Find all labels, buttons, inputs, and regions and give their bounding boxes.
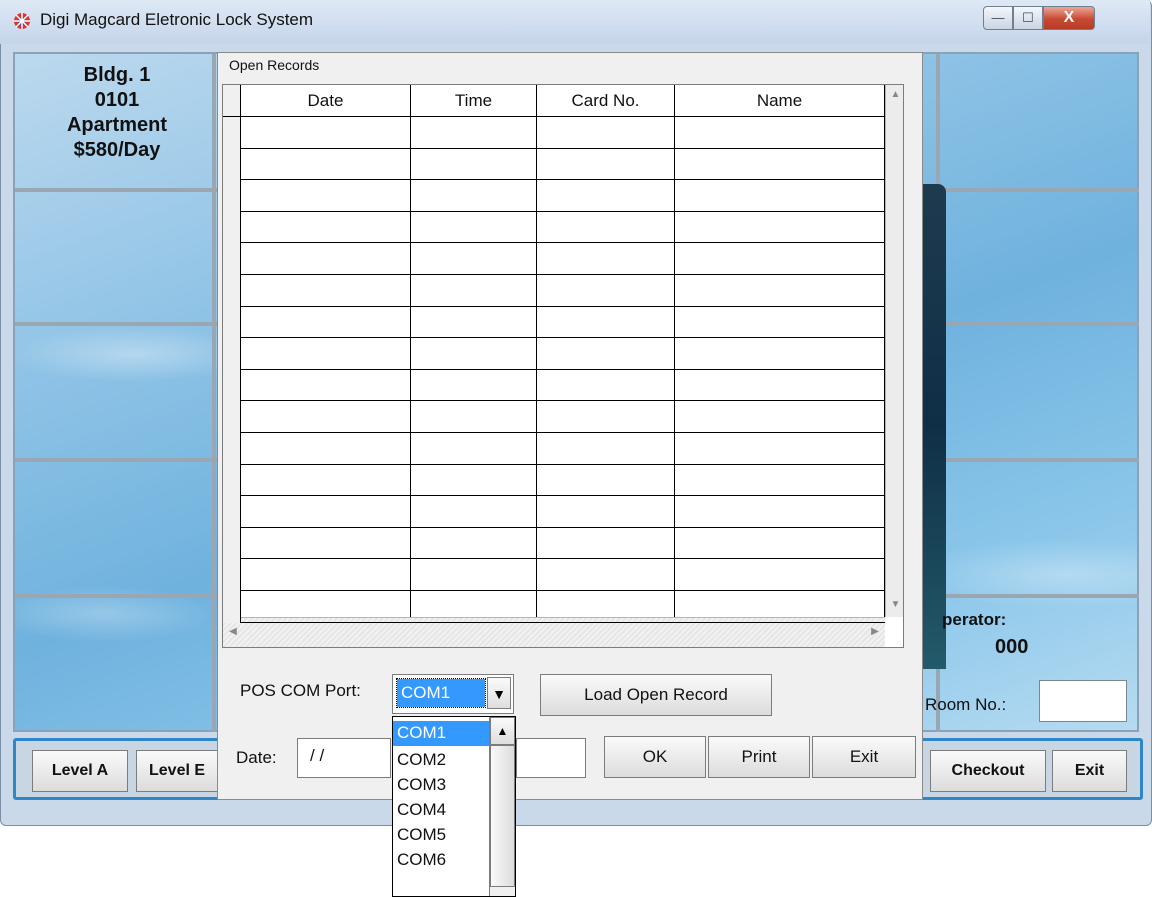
- vertical-scrollbar[interactable]: ▲ ▼: [885, 85, 903, 617]
- column-header-card-no[interactable]: Card No.: [537, 85, 675, 117]
- row-header[interactable]: [223, 148, 241, 181]
- dropdown-option[interactable]: COM5: [393, 823, 489, 848]
- table-row[interactable]: [223, 433, 885, 465]
- scroll-right-icon[interactable]: ▶: [869, 626, 881, 637]
- table-row[interactable]: [223, 338, 885, 370]
- column-header-date[interactable]: Date: [241, 85, 411, 117]
- row-header[interactable]: [223, 527, 241, 560]
- column-divider: [674, 117, 675, 617]
- level-a-button[interactable]: Level A: [32, 750, 128, 792]
- app-logo-icon: [12, 11, 32, 31]
- date-input-secondary[interactable]: [516, 738, 586, 778]
- row-header[interactable]: [223, 464, 241, 497]
- operator-value: 000: [995, 636, 1029, 658]
- table-row[interactable]: [223, 559, 885, 591]
- table-row[interactable]: [223, 306, 885, 339]
- dropdown-option[interactable]: COM2: [393, 748, 489, 773]
- exit-dialog-button[interactable]: Exit: [812, 736, 916, 778]
- load-open-record-button[interactable]: Load Open Record: [540, 674, 772, 716]
- table-row[interactable]: [223, 527, 885, 560]
- room-no-label: Room No.:: [925, 695, 1007, 714]
- close-button[interactable]: X: [1043, 6, 1095, 30]
- room-tile-0101[interactable]: Bldg. 1 0101 Apartment $580/Day: [22, 58, 212, 188]
- table-row[interactable]: [223, 211, 885, 244]
- minimize-button[interactable]: —: [983, 6, 1013, 30]
- row-header[interactable]: [223, 180, 241, 212]
- room-rate: $580/Day: [73, 139, 161, 161]
- records-table[interactable]: Date Time Card No. Name ▲ ▼ ◀ ▶: [222, 84, 904, 648]
- scroll-up-icon[interactable]: ▲: [490, 717, 515, 745]
- com-port-dropdown-list[interactable]: COM1 COM2 COM3 COM4 COM5 COM6 ▲: [392, 716, 516, 897]
- dropdown-option[interactable]: COM6: [393, 848, 489, 873]
- checkout-button[interactable]: Checkout: [930, 750, 1046, 792]
- column-divider: [536, 117, 537, 617]
- table-row[interactable]: [223, 464, 885, 497]
- scroll-thumb[interactable]: [490, 745, 515, 887]
- dropdown-option[interactable]: COM1: [393, 721, 489, 746]
- room-building: Bldg. 1: [83, 64, 151, 86]
- grid-divider: [212, 54, 216, 732]
- row-header[interactable]: [223, 306, 241, 339]
- date-label: Date:: [236, 748, 277, 767]
- scroll-up-icon[interactable]: ▲: [886, 89, 903, 100]
- row-header[interactable]: [223, 433, 241, 465]
- table-row[interactable]: [223, 369, 885, 402]
- table-row[interactable]: [223, 401, 885, 433]
- scroll-left-icon[interactable]: ◀: [227, 626, 239, 637]
- row-header[interactable]: [223, 591, 241, 623]
- row-header[interactable]: [223, 559, 241, 591]
- maximize-button[interactable]: ☐: [1013, 6, 1043, 30]
- room-no-input[interactable]: [1039, 680, 1127, 722]
- table-row[interactable]: [223, 180, 885, 212]
- row-header[interactable]: [223, 496, 241, 528]
- print-button[interactable]: Print: [708, 736, 810, 778]
- table-corner: [223, 85, 241, 117]
- row-header[interactable]: [223, 369, 241, 402]
- dropdown-option[interactable]: COM4: [393, 798, 489, 823]
- column-divider: [410, 117, 411, 617]
- date-input[interactable]: / /: [297, 738, 391, 778]
- table-row[interactable]: [223, 591, 885, 623]
- column-header-time[interactable]: Time: [411, 85, 537, 117]
- row-header[interactable]: [223, 117, 241, 149]
- row-header[interactable]: [223, 243, 241, 275]
- row-header[interactable]: [223, 401, 241, 433]
- scroll-down-icon[interactable]: ▼: [886, 599, 903, 610]
- com-port-selected-value[interactable]: COM1: [396, 678, 486, 708]
- table-row[interactable]: [223, 275, 885, 307]
- row-header[interactable]: [223, 275, 241, 307]
- table-row[interactable]: [223, 148, 885, 181]
- window-title: Digi Magcard Eletronic Lock System: [40, 10, 314, 29]
- table-row[interactable]: [223, 496, 885, 528]
- operator-label: perator:: [942, 610, 1007, 629]
- row-header[interactable]: [223, 211, 241, 244]
- dialog-title: Open Records: [229, 57, 320, 73]
- column-divider: [884, 117, 885, 617]
- dropdown-scrollbar[interactable]: ▲: [489, 717, 515, 896]
- level-b-button[interactable]: Level E: [136, 750, 218, 792]
- room-type: Apartment: [66, 114, 167, 136]
- background-panel: [922, 184, 946, 669]
- chevron-down-icon[interactable]: ▼: [487, 677, 511, 709]
- row-header[interactable]: [223, 338, 241, 370]
- column-header-name[interactable]: Name: [675, 85, 885, 117]
- room-number: 0101: [94, 89, 140, 111]
- pos-com-port-label: POS COM Port:: [240, 681, 361, 700]
- dropdown-option[interactable]: COM3: [393, 773, 489, 798]
- ok-button[interactable]: OK: [604, 736, 706, 778]
- table-row[interactable]: [223, 243, 885, 275]
- exit-main-button[interactable]: Exit: [1052, 750, 1127, 792]
- table-row[interactable]: [223, 117, 885, 149]
